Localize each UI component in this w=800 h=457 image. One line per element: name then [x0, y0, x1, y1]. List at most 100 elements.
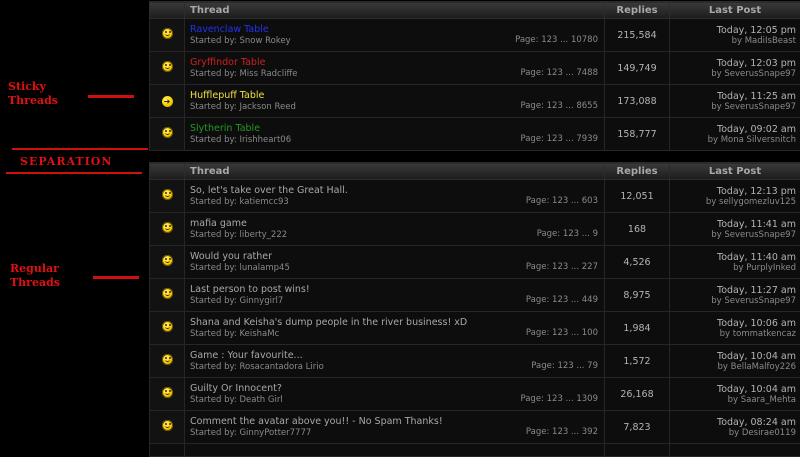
thread-icon-cell: [150, 378, 185, 411]
last-post-user[interactable]: by Mona Silversnitch: [670, 135, 796, 145]
last-post-user[interactable]: by SeverusSnape97: [670, 230, 796, 240]
last-post-time: Today, 10:04 am: [670, 384, 796, 395]
thread-title-link[interactable]: mafia game: [190, 218, 604, 229]
thread-row[interactable]: Slytherin TableStarted by: Irishheart06P…: [150, 118, 800, 151]
thread-replies: 173,088: [605, 85, 670, 118]
last-post-user[interactable]: by sellygomezluv125: [670, 197, 796, 207]
smiley-icon: [162, 127, 173, 138]
thread-title-link[interactable]: Ravenclaw Table: [190, 24, 604, 35]
thread-row[interactable]: mafia gameStarted by: liberty_222Page: 1…: [150, 213, 800, 246]
thread-replies: 26,168: [605, 378, 670, 411]
thread-pages[interactable]: Page: 123 ... 227: [526, 262, 598, 272]
thread-title-link[interactable]: Guilty Or Innocent?: [190, 383, 604, 394]
thread-pages[interactable]: Page: 123 ... 1309: [520, 394, 598, 404]
thread-row[interactable]: Last person to post wins!Started by: Gin…: [150, 279, 800, 312]
thread-pages[interactable]: Page: 123 ... 100: [526, 328, 598, 338]
thread-title-link[interactable]: Shana and Keisha's dump people in the ri…: [190, 317, 604, 328]
thread-row[interactable]: Would you ratherStarted by: lunalamp45Pa…: [150, 246, 800, 279]
thread-last-post: Today, 08:24 amby Desirae0119: [670, 411, 800, 444]
thread-icon-cell: ➜: [150, 85, 185, 118]
last-post-user[interactable]: by tommatkencaz: [670, 329, 796, 339]
last-post-time: Today, 11:27 am: [670, 285, 796, 296]
thread-icon-cell: [150, 52, 185, 85]
thread-pages[interactable]: Page: 123 ... 7939: [520, 134, 598, 144]
smiley-icon: [162, 28, 173, 39]
thread-pages[interactable]: Page: 123 ... 8655: [520, 101, 598, 111]
thread-replies: 4,526: [605, 246, 670, 279]
thread-pages[interactable]: Page: 123 ... 7488: [520, 68, 598, 78]
smiley-icon: [162, 387, 173, 398]
thread-row[interactable]: ➜Hufflepuff TableStarted by: Jackson Ree…: [150, 85, 800, 118]
thread-row[interactable]: Guilty Or Innocent?Started by: Death Gir…: [150, 378, 800, 411]
thread-title-link[interactable]: Would you rather: [190, 251, 604, 262]
last-post-time: Today, 10:06 am: [670, 318, 796, 329]
thread-row[interactable]: So, let's take over the Great Hall.Start…: [150, 180, 800, 213]
header-thread[interactable]: Thread: [185, 2, 605, 19]
thread-row[interactable]: Game : Your favourite...Started by: Rosa…: [150, 345, 800, 378]
last-post-user[interactable]: by SeverusSnape97: [670, 296, 796, 306]
last-post-user[interactable]: by Saara_Mehta: [670, 395, 796, 405]
annotation-sticky-threads: Sticky Threads: [8, 80, 68, 108]
thread-last-post: Today, 10:04 amby BellaMalfoy226: [670, 345, 800, 378]
thread-last-post: Today, 12:03 pmby SeverusSnape97: [670, 52, 800, 85]
thread-title-link[interactable]: Game : Your favourite...: [190, 350, 604, 361]
thread-pages[interactable]: Page: 123 ... 79: [531, 361, 598, 371]
thread-row[interactable]: Gryffindor TableStarted by: Miss Radclif…: [150, 52, 800, 85]
thread-row[interactable]: Shana and Keisha's dump people in the ri…: [150, 312, 800, 345]
annotation-separation-line-top: [12, 148, 148, 150]
thread-title-link[interactable]: Last person to post wins!: [190, 284, 604, 295]
thread-replies: 8,975: [605, 279, 670, 312]
thread-cell: Ravenclaw TableStarted by: Snow RokeyPag…: [185, 19, 605, 52]
thread-replies: 215,584: [605, 19, 670, 52]
thread-icon-cell: [150, 180, 185, 213]
annotation-regular-line: [93, 276, 139, 279]
thread-replies: 168: [605, 213, 670, 246]
smiley-icon: [162, 255, 173, 266]
smiley-icon: [162, 189, 173, 200]
thread-cell: Last person to post wins!Started by: Gin…: [185, 279, 605, 312]
thread-last-post: Today, 11:25 amby SeverusSnape97: [670, 85, 800, 118]
last-post-user[interactable]: by MadiIsBeast: [670, 36, 796, 46]
last-post-time: Today, 12:13 pm: [670, 186, 796, 197]
last-post-user[interactable]: by PurplyInked: [670, 263, 796, 273]
thread-cell: Game : Your favourite...Started by: Rosa…: [185, 345, 605, 378]
thread-pages[interactable]: Page: 123 ... 603: [526, 196, 598, 206]
thread-replies: 158,777: [605, 118, 670, 151]
thread-title-link[interactable]: Gryffindor Table: [190, 57, 604, 68]
thread-last-post: Today, 12:13 pmby sellygomezluv125: [670, 180, 800, 213]
thread-icon-cell: [150, 279, 185, 312]
thread-pages[interactable]: Page: 123 ... 10780: [515, 35, 598, 45]
last-post-user[interactable]: by BellaMalfoy226: [670, 362, 796, 372]
thread-pages[interactable]: Page: 123 ... 449: [526, 295, 598, 305]
header-icon-col: [150, 163, 185, 180]
thread-title-link[interactable]: So, let's take over the Great Hall.: [190, 185, 604, 196]
header-thread[interactable]: Thread: [185, 163, 605, 180]
thread-title-link[interactable]: Slytherin Table: [190, 123, 604, 134]
header-last-post[interactable]: Last Post: [670, 2, 800, 19]
thread-last-post: Today, 09:02 amby Mona Silversnitch: [670, 118, 800, 151]
header-replies[interactable]: Replies: [605, 163, 670, 180]
thread-row[interactable]: Ravenclaw TableStarted by: Snow RokeyPag…: [150, 19, 800, 52]
thread-title-link[interactable]: Hufflepuff Table: [190, 90, 604, 101]
thread-pages[interactable]: Page: 123 ... 392: [526, 427, 598, 437]
last-post-user[interactable]: by SeverusSnape97: [670, 102, 796, 112]
thread-icon-cell: [150, 312, 185, 345]
thread-icon-cell: [150, 19, 185, 52]
thread-cell: Comment the avatar above you!! - No Spam…: [185, 411, 605, 444]
smiley-icon: [162, 61, 173, 72]
thread-last-post: Today, 11:40 amby PurplyInked: [670, 246, 800, 279]
annotation-sticky-label: Sticky Threads: [8, 80, 68, 108]
header-replies[interactable]: Replies: [605, 2, 670, 19]
last-post-user[interactable]: by SeverusSnape97: [670, 69, 796, 79]
thread-row[interactable]: Comment the avatar above you!! - No Spam…: [150, 411, 800, 444]
header-last-post[interactable]: Last Post: [670, 163, 800, 180]
thread-pages[interactable]: Page: 123 ... 9: [537, 229, 598, 239]
thread-replies: 149,749: [605, 52, 670, 85]
thread-cell: Slytherin TableStarted by: Irishheart06P…: [185, 118, 605, 151]
annotation-sticky-line: [88, 95, 134, 98]
thread-replies: 1,984: [605, 312, 670, 345]
thread-last-post: Today, 11:41 amby SeverusSnape97: [670, 213, 800, 246]
smiley-icon: [162, 288, 173, 299]
last-post-user[interactable]: by Desirae0119: [670, 428, 796, 438]
thread-title-link[interactable]: Comment the avatar above you!! - No Spam…: [190, 416, 604, 427]
